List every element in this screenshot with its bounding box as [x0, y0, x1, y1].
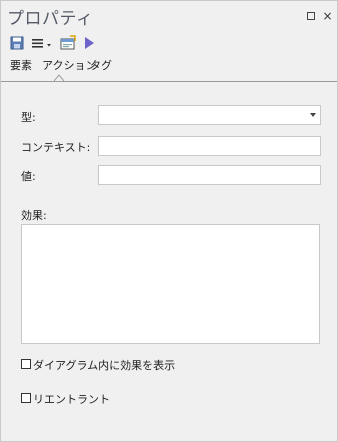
tab-action[interactable]: アクション — [42, 57, 96, 79]
type-label: 型: — [21, 111, 36, 124]
panel-title: プロパティ — [7, 9, 94, 29]
properties-panel: プロパティ × 要素 アクション タグ 型: コンテキスト: 値: 効果: ダイ… — [0, 0, 338, 442]
effect-textarea[interactable] — [21, 224, 320, 344]
context-field[interactable] — [98, 136, 321, 156]
effect-label: 効果: — [21, 209, 47, 222]
properties-icon[interactable] — [60, 35, 76, 51]
run-icon[interactable] — [83, 35, 95, 51]
tab-tag[interactable]: タグ — [90, 57, 112, 79]
show-effect-checkbox[interactable] — [21, 359, 31, 369]
show-effect-label: ダイアグラム内に効果を表示 — [33, 359, 176, 372]
tab-strip: 要素 アクション タグ — [1, 54, 337, 82]
close-icon[interactable]: × — [322, 10, 333, 22]
title-bar: プロパティ × — [1, 1, 337, 31]
toolbar — [1, 33, 337, 53]
tab-element[interactable]: 要素 — [10, 57, 32, 79]
value-label: 値: — [21, 170, 36, 183]
type-dropdown[interactable] — [98, 105, 321, 125]
reentrant-label: リエントラント — [33, 393, 110, 406]
active-tab-caret-icon — [54, 74, 64, 81]
value-field[interactable] — [98, 165, 321, 185]
restore-window-icon[interactable] — [306, 11, 317, 22]
save-icon[interactable] — [10, 35, 24, 51]
menu-icon[interactable] — [31, 35, 53, 51]
context-label: コンテキスト: — [21, 141, 91, 154]
reentrant-checkbox[interactable] — [21, 393, 31, 403]
